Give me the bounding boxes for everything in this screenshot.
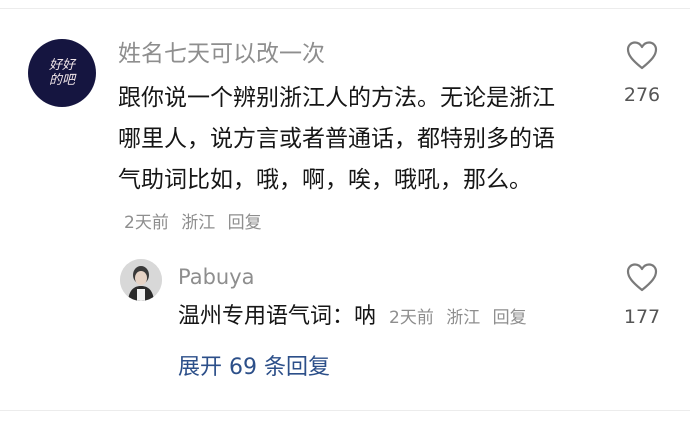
reply-time: 2天前 [389,308,434,328]
heart-outline-icon[interactable] [626,40,658,70]
reply-author[interactable]: Pabuya [178,262,255,292]
expand-replies-button[interactable]: 展开 69 条回复 [178,351,330,385]
reply-meta: 2天前 浙江 回复 [389,308,534,328]
comment-location: 浙江 [181,213,216,233]
comment-text: 跟你说一个辨别浙江人的方法。无论是浙江哪里人，说方言或者普通话，都特别多的语气助… [118,85,555,193]
bottom-divider [0,410,690,411]
comment-reply-button[interactable]: 回复 [228,213,262,233]
reply-body: 温州专用语气词：呐 2天前 浙江 回复 [178,300,598,335]
reply-like[interactable]: 177 [607,262,677,328]
comment-like-count: 276 [623,84,661,106]
avatar[interactable]: 好好的吧 [28,39,96,107]
comment-body: 跟你说一个辨别浙江人的方法。无论是浙江哪里人，说方言或者普通话，都特别多的语气助… [118,78,573,244]
comment-author[interactable]: 姓名七天可以改一次 [118,38,325,70]
comment-meta: 2天前 浙江 回复 [124,213,269,233]
comment-like[interactable]: 276 [607,40,677,106]
heart-outline-icon[interactable] [626,262,658,292]
reply-like-count: 177 [623,306,661,328]
comment-time: 2天前 [124,213,169,233]
avatar-text: 好好的吧 [48,58,75,88]
reply-avatar[interactable] [120,259,162,301]
reply-text: 温州专用语气词：呐 [178,304,377,329]
reply-avatar-image [120,259,162,301]
reply-location: 浙江 [446,308,481,328]
reply-reply-button[interactable]: 回复 [493,308,527,328]
top-divider [0,8,690,9]
